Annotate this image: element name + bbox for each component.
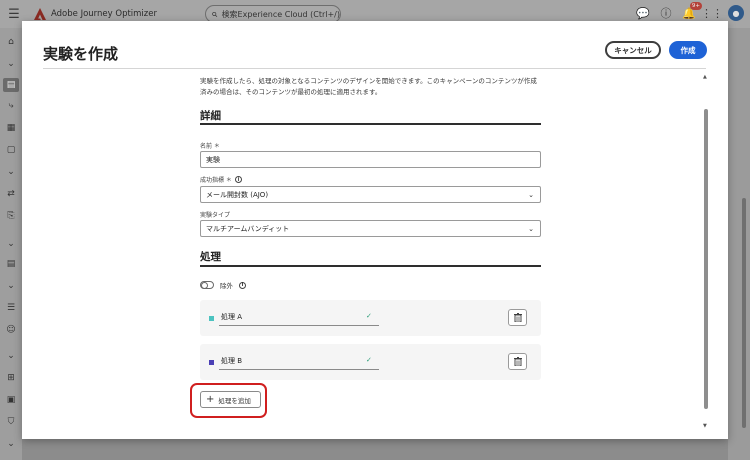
exclude-label: 除外 <box>220 282 233 290</box>
dialog-description: 実験を作成したら、処理の対象となるコンテンツのデザインを開始できます。このキャン… <box>200 77 537 96</box>
treatments-section-title: 処理 <box>200 251 221 263</box>
channels-icon[interactable]: ⊞ <box>5 372 17 384</box>
dialog-header: 実験を作成 キャンセル 作成 <box>22 21 728 69</box>
treatment-card: 処理 B ✓ <box>200 344 541 380</box>
journeys-icon[interactable]: ⤷ <box>5 100 17 112</box>
name-label: 名前 ＊ <box>200 143 220 150</box>
menu-icon[interactable]: ☰ <box>0 7 28 22</box>
scroll-down-icon[interactable]: ▼ <box>703 423 707 429</box>
background-scrollbar-area <box>728 28 750 460</box>
details-section-title: 詳細 <box>200 110 221 122</box>
dialog-title: 実験を作成 <box>43 45 119 63</box>
info-icon[interactable]: i <box>234 176 242 183</box>
help-icon[interactable]: ⓘ <box>659 6 673 20</box>
name-field[interactable]: 実験 <box>200 151 541 168</box>
exclude-toggle-row: 除外 i <box>200 280 246 290</box>
add-treatment-button[interactable]: + 処理を追加 <box>200 391 261 408</box>
treatment-card: 処理 A ✓ <box>200 300 541 336</box>
treatment-name-input[interactable]: 処理 A <box>219 309 379 326</box>
trash-icon <box>513 313 522 322</box>
left-nav-rail: ⌂ ⌄ ▤ ⤷ ▦ ▢ ⌄ ⇄ ⎘ ⌄ ▤ ⌄ ☰ ☺ ⌄ ⊞ ▣ ⛉ ⌄ <box>0 28 22 460</box>
experiment-type-select[interactable]: マルチアームバンディット ⌄ <box>200 220 541 237</box>
treatment-name-input[interactable]: 処理 B <box>219 353 379 370</box>
search-icon <box>212 11 218 17</box>
trash-icon <box>513 357 522 366</box>
delete-treatment-button[interactable] <box>508 353 527 370</box>
chevron-down-icon[interactable]: ⌄ <box>5 238 17 250</box>
decisions-icon[interactable]: ⇄ <box>5 188 17 200</box>
chevron-down-icon[interactable]: ⌄ <box>5 438 17 450</box>
checkmark-icon: ✓ <box>366 312 372 320</box>
notifications-icon[interactable]: 🔔 9+ <box>682 2 702 20</box>
feedback-icon[interactable]: 💬 <box>636 6 650 20</box>
plus-icon: + <box>206 393 215 405</box>
chevron-down-icon: ⌄ <box>528 191 534 199</box>
search-input[interactable]: 検索Experience Cloud (Ctrl+/) <box>222 9 340 20</box>
audiences-icon[interactable]: ☰ <box>5 302 17 314</box>
success-metric-select[interactable]: メール開封数 (AJO) ⌄ <box>200 186 541 203</box>
content-icon[interactable]: ▦ <box>5 122 17 134</box>
treatment-color-swatch <box>209 316 214 321</box>
document-icon[interactable]: ▢ <box>5 144 17 156</box>
chevron-down-icon[interactable]: ⌄ <box>5 58 17 70</box>
scrollbar-thumb[interactable] <box>704 109 708 409</box>
background-scrollbar[interactable] <box>742 198 746 428</box>
dialog-scrollbar[interactable]: ▲ ▼ <box>703 74 709 429</box>
header-divider <box>43 68 706 69</box>
treatment-color-swatch <box>209 360 214 365</box>
scroll-up-icon[interactable]: ▲ <box>703 74 707 80</box>
metric-label: 成功指標 ＊ i <box>200 175 242 184</box>
treatments-section-rule <box>200 265 541 267</box>
chevron-down-icon[interactable]: ⌄ <box>5 166 17 178</box>
avatar[interactable]: ● <box>728 5 744 21</box>
chevron-down-icon[interactable]: ⌄ <box>5 280 17 292</box>
profiles-icon[interactable]: ☺ <box>5 324 17 336</box>
apps-grid-icon[interactable]: ⋮⋮ <box>701 6 723 20</box>
create-experiment-dialog: 実験を作成 キャンセル 作成 ▲ ▼ 実験を作成したら、処理の対象となるコンテン… <box>22 21 728 439</box>
checkmark-icon: ✓ <box>366 356 372 364</box>
cancel-button[interactable]: キャンセル <box>605 41 661 59</box>
exclude-toggle[interactable] <box>200 281 214 289</box>
shield-icon[interactable]: ⛉ <box>5 416 17 428</box>
chevron-down-icon: ⌄ <box>528 225 534 233</box>
type-label: 実験タイプ <box>200 212 231 219</box>
app-name: Adobe Journey Optimizer <box>51 9 157 19</box>
campaigns-icon[interactable]: ▤ <box>3 78 19 92</box>
home-icon[interactable]: ⌂ <box>5 36 17 48</box>
adobe-logo-icon <box>34 8 46 20</box>
chevron-down-icon[interactable]: ⌄ <box>5 350 17 362</box>
surfaces-icon[interactable]: ▣ <box>5 394 17 406</box>
offers-icon[interactable]: ⎘ <box>5 210 17 222</box>
create-button[interactable]: 作成 <box>669 41 707 59</box>
add-treatment-label: 処理を追加 <box>218 396 251 405</box>
info-icon[interactable]: i <box>239 281 246 289</box>
reports-icon[interactable]: ▤ <box>5 258 17 270</box>
details-section-rule <box>200 123 541 125</box>
delete-treatment-button[interactable] <box>508 309 527 326</box>
